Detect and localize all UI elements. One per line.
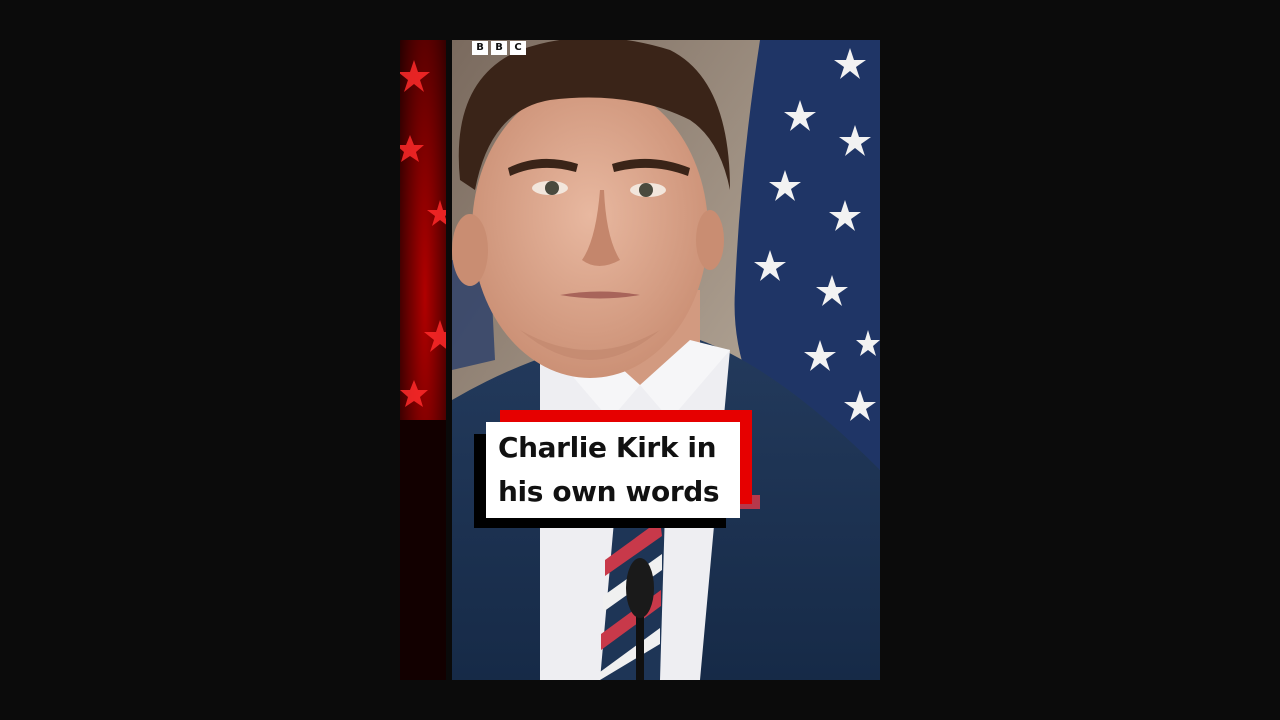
caption-line-2: his own words <box>498 475 720 508</box>
bbc-logo-letter: C <box>510 41 526 55</box>
bbc-logo: B B C <box>472 41 526 55</box>
bbc-logo-letter: B <box>491 41 507 55</box>
caption-line-1: Charlie Kirk in <box>498 431 717 464</box>
video-player[interactable]: B B C Charlie Kirk in his own words <box>400 40 880 680</box>
face <box>472 82 708 378</box>
video-frame-image <box>400 40 880 680</box>
page: B B C Charlie Kirk in his own words <box>0 0 1280 720</box>
video-caption: Charlie Kirk in his own words <box>474 410 764 530</box>
caption-box: Charlie Kirk in his own words <box>486 422 740 518</box>
bbc-logo-letter: B <box>472 41 488 55</box>
